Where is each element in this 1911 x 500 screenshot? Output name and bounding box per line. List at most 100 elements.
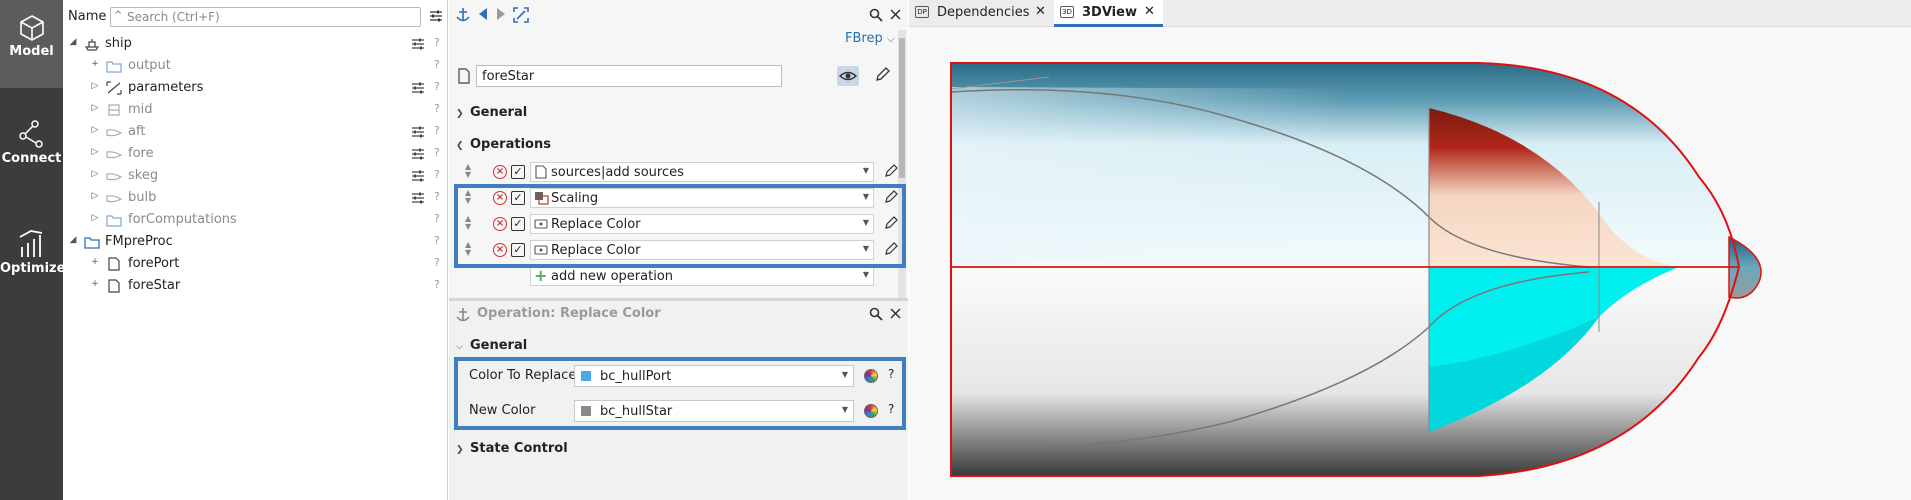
remove-icon[interactable]: × [493, 165, 507, 179]
sliders-icon[interactable] [429, 9, 443, 23]
file-icon [108, 279, 120, 293]
close-icon[interactable]: ✕ [1144, 4, 1155, 19]
mid-icon [108, 104, 120, 116]
close-icon[interactable] [890, 308, 901, 319]
expand-icon[interactable]: ▷ [90, 191, 100, 201]
tree-label: bulb [128, 190, 157, 205]
sliders-icon[interactable] [411, 126, 425, 138]
tree-row-fore[interactable]: ▷ fore ? [63, 143, 448, 165]
sliders-icon[interactable] [411, 38, 425, 50]
collapse-icon[interactable]: ◢ [68, 37, 78, 47]
scrollbar-thumb[interactable] [899, 38, 905, 178]
tab-dependencies[interactable]: DP Dependencies ✕ [909, 0, 1054, 27]
nodes-icon [18, 120, 43, 148]
hull-icon [106, 173, 122, 181]
tree-row-mid[interactable]: ▷ mid ? [63, 99, 448, 121]
expand-icon[interactable]: ▷ [90, 213, 100, 223]
help-icon[interactable]: ? [434, 190, 440, 203]
close-icon[interactable] [890, 9, 901, 20]
nav-connect-button[interactable]: Connect [0, 105, 63, 193]
expand-icon[interactable]: ▷ [90, 147, 100, 157]
help-icon[interactable]: ? [434, 146, 440, 159]
anchor-icon[interactable] [456, 7, 470, 23]
chevron-up-icon[interactable]: ^ [114, 10, 122, 21]
tree-row-fmpreproc[interactable]: ◢ FMpreProc ? [63, 231, 448, 253]
expand-icon[interactable]: + [90, 59, 100, 69]
tree-label: foreStar [128, 278, 181, 293]
expand-icon[interactable]: ▷ [90, 81, 100, 91]
object-name-field[interactable]: foreStar [476, 65, 782, 87]
tree-row-forcomputations[interactable]: ▷ forComputations ? [63, 209, 448, 231]
operation-label: sources|add sources [551, 165, 684, 180]
expand-icon[interactable]: + [90, 257, 100, 267]
tree-row-bulb[interactable]: ▷ bulb ? [63, 187, 448, 209]
type-selector[interactable]: FBrep ⌵ [845, 31, 894, 46]
tree-row-output[interactable]: + output ? [63, 55, 448, 77]
help-icon[interactable]: ? [434, 212, 440, 225]
section-general[interactable]: ❯ General [456, 105, 527, 120]
back-arrow-icon[interactable] [477, 7, 489, 21]
operation-row[interactable]: ▲ ▼ × ✓ sources|add sources ▼ [453, 161, 898, 183]
tree-row-aft[interactable]: ▷ aft ? [63, 121, 448, 143]
nav-model-button[interactable]: Model [0, 0, 63, 88]
forward-arrow-icon[interactable] [495, 7, 507, 21]
add-operation-select[interactable]: + add new operation ▼ [530, 266, 874, 286]
tree-search-input[interactable]: ^ Search (Ctrl+F) [110, 7, 421, 27]
edit-pencil-icon[interactable] [874, 67, 890, 83]
tree-label: aft [128, 124, 146, 139]
3d-viewport[interactable] [909, 27, 1911, 500]
sliders-icon[interactable] [411, 82, 425, 94]
help-icon[interactable]: ? [434, 256, 440, 269]
tree-label: ship [105, 36, 132, 51]
help-icon[interactable]: ? [434, 58, 440, 71]
chevron-right-icon: ❯ [456, 109, 464, 119]
bar-chart-icon [19, 230, 42, 257]
expand-icon[interactable]: ▷ [90, 169, 100, 179]
sliders-icon[interactable] [411, 148, 425, 160]
tree-row-foreport[interactable]: + forePort ? [63, 253, 448, 275]
close-icon[interactable]: ✕ [1035, 4, 1046, 19]
help-icon[interactable]: ? [434, 278, 440, 291]
folder-blue-icon [84, 237, 100, 249]
dropdown-arrow-icon[interactable]: ▼ [863, 270, 869, 279]
section-general[interactable]: ⌵ General [456, 338, 527, 353]
help-icon[interactable]: ? [434, 102, 440, 115]
tree-row-ship[interactable]: ◢ ship ? [63, 33, 448, 55]
add-operation-row[interactable]: + add new operation ▼ [453, 265, 883, 287]
enable-checkbox[interactable]: ✓ [511, 165, 525, 179]
help-icon[interactable]: ? [434, 124, 440, 137]
search-icon[interactable] [869, 307, 883, 321]
file-icon [108, 257, 120, 271]
tree-label: output [128, 58, 171, 73]
section-state-control[interactable]: ❯ State Control [456, 441, 568, 456]
dropdown-arrow-icon[interactable]: ▼ [863, 166, 869, 175]
hull-render[interactable] [909, 27, 1911, 500]
sliders-icon[interactable] [411, 170, 425, 182]
tab-3dview[interactable]: 3D 3DView ✕ [1054, 0, 1163, 27]
operation-panel-title: Operation: Replace Color [477, 306, 661, 321]
hull-icon [106, 129, 122, 137]
tree-label: forePort [128, 256, 180, 271]
help-icon[interactable]: ? [434, 168, 440, 181]
collapse-icon[interactable]: ◢ [68, 235, 78, 245]
visibility-toggle[interactable] [837, 66, 859, 86]
section-operations[interactable]: ❮ Operations [456, 137, 551, 152]
tree-row-parameters[interactable]: ▷ parameters ? [63, 77, 448, 99]
help-icon[interactable]: ? [434, 80, 440, 93]
edit-pencil-icon[interactable] [884, 164, 898, 178]
operation-select[interactable]: sources|add sources ▼ [530, 162, 874, 182]
tree-row-forestar[interactable]: + foreStar ? [63, 275, 448, 297]
anchor-icon[interactable] [456, 307, 470, 323]
expand-icon[interactable]: ▷ [90, 103, 100, 113]
reorder-icon[interactable]: ▲ ▼ [465, 163, 471, 179]
help-icon[interactable]: ? [434, 234, 440, 247]
sliders-icon[interactable] [411, 192, 425, 204]
fit-view-icon[interactable] [513, 7, 529, 23]
tree-row-skeg[interactable]: ▷ skeg ? [63, 165, 448, 187]
expand-icon[interactable]: ▷ [90, 125, 100, 135]
help-icon[interactable]: ? [434, 36, 440, 49]
nav-optimize-button[interactable]: Optimize [0, 215, 65, 303]
expand-icon[interactable]: + [90, 279, 100, 289]
chevron-down-icon: ⌵ [456, 342, 463, 352]
search-icon[interactable] [869, 8, 883, 22]
